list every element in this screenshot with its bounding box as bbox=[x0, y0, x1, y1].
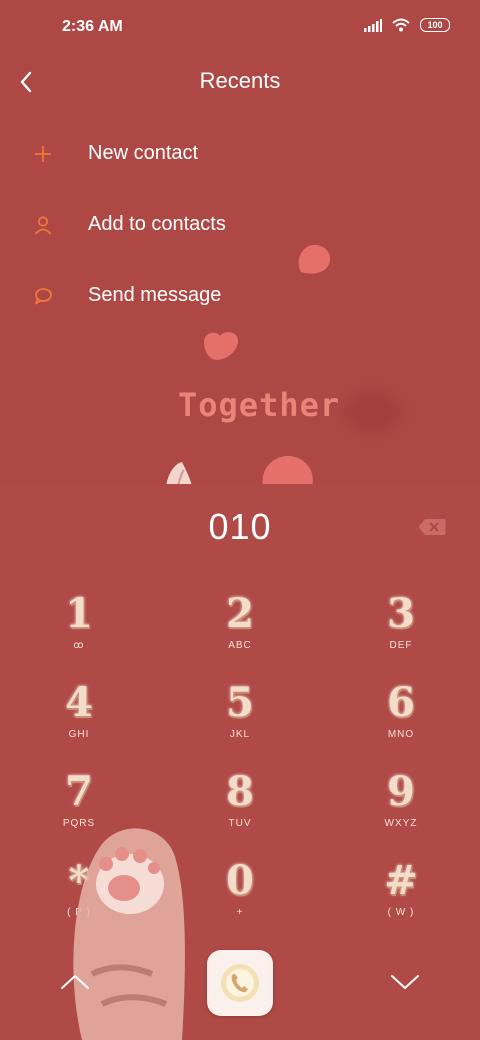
key-6-letters: MNO bbox=[387, 729, 415, 740]
dialer-panel: 010 1 ꝏ 2 ABC 3 DEF 4 GHI 5 JKL 6 MNO 7 … bbox=[0, 484, 480, 1040]
key-5[interactable]: 5 JKL bbox=[185, 681, 295, 757]
key-2-digit: 2 bbox=[226, 590, 254, 637]
dialer-screen: 2:36 AM 100 Recents New contact Add to c… bbox=[0, 0, 480, 1040]
key-hash[interactable]: # ( W ) bbox=[346, 859, 456, 935]
key-7-digit: 7 bbox=[65, 768, 93, 815]
backspace-button[interactable] bbox=[418, 518, 446, 536]
page-title: Recents bbox=[199, 68, 281, 93]
key-4-letters: GHI bbox=[68, 729, 90, 740]
key-hash-digit: # bbox=[384, 857, 418, 904]
paw-print-decoration-3 bbox=[262, 456, 313, 486]
wifi-icon bbox=[392, 18, 410, 32]
together-text: Together bbox=[178, 386, 341, 424]
key-hash-letters: ( W ) bbox=[387, 907, 415, 918]
key-5-letters: JKL bbox=[229, 729, 251, 740]
message-icon bbox=[32, 285, 54, 307]
new-contact-label: New contact bbox=[88, 142, 199, 164]
plus-icon bbox=[32, 143, 54, 165]
new-contact-action[interactable]: New contact bbox=[0, 118, 480, 189]
status-icons: 100 bbox=[364, 18, 450, 32]
status-bar: 2:36 AM 100 bbox=[0, 0, 480, 56]
signal-icon bbox=[364, 18, 382, 32]
send-message-action[interactable]: Send message bbox=[0, 260, 480, 331]
voicemail-icon: ꝏ bbox=[73, 640, 85, 651]
key-3[interactable]: 3 DEF bbox=[346, 592, 456, 668]
action-list: New contact Add to contacts Send message bbox=[0, 118, 480, 331]
key-6-digit: 6 bbox=[387, 679, 415, 726]
key-9-letters: WXYZ bbox=[384, 818, 418, 829]
key-6[interactable]: 6 MNO bbox=[346, 681, 456, 757]
key-1[interactable]: 1 ꝏ bbox=[24, 592, 134, 668]
chevron-up-icon[interactable] bbox=[60, 972, 90, 992]
key-1-digit: 1 bbox=[65, 590, 93, 637]
key-5-digit: 5 bbox=[226, 679, 254, 726]
add-to-contacts-label: Add to contacts bbox=[88, 213, 226, 235]
send-message-label: Send message bbox=[88, 284, 222, 306]
phone-number-display: 010 bbox=[208, 506, 272, 547]
key-2-letters: ABC bbox=[228, 640, 252, 651]
cat-ear-decoration bbox=[166, 462, 192, 486]
paw-print-decoration bbox=[298, 244, 331, 274]
key-9-digit: 9 bbox=[387, 768, 415, 815]
key-4-digit: 4 bbox=[65, 679, 93, 726]
person-icon bbox=[32, 214, 54, 236]
call-button[interactable] bbox=[207, 950, 273, 1016]
paw-print-decoration-2 bbox=[204, 332, 239, 360]
status-time: 2:36 AM bbox=[62, 18, 123, 35]
dialer-bottom-bar bbox=[0, 950, 480, 1020]
add-to-contacts-action[interactable]: Add to contacts bbox=[0, 189, 480, 260]
key-4[interactable]: 4 GHI bbox=[24, 681, 134, 757]
header: Recents bbox=[0, 56, 480, 108]
key-3-letters: DEF bbox=[389, 640, 413, 651]
key-3-digit: 3 bbox=[387, 590, 415, 637]
battery-icon: 100 bbox=[420, 18, 450, 32]
key-2[interactable]: 2 ABC bbox=[185, 592, 295, 668]
shadow-decoration bbox=[345, 392, 400, 432]
chevron-down-icon[interactable] bbox=[390, 972, 420, 992]
key-9[interactable]: 9 WXYZ bbox=[346, 770, 456, 846]
phone-icon bbox=[221, 964, 259, 1002]
key-8-digit: 8 bbox=[226, 768, 254, 815]
